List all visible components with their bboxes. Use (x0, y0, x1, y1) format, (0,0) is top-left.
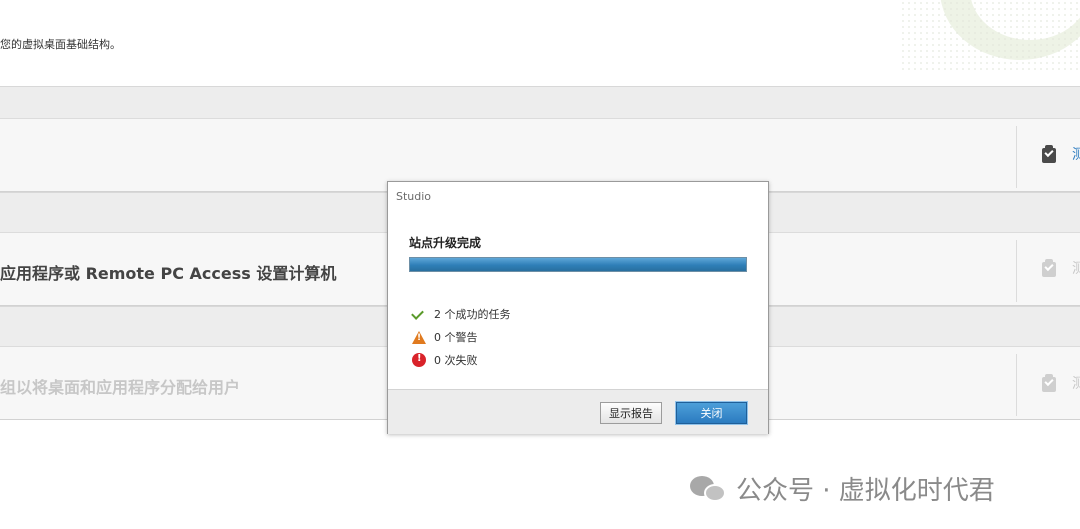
side-separator (1016, 354, 1017, 416)
result-text: 2 个成功的任务 (434, 308, 511, 321)
test-site-link: 测 (1072, 376, 1080, 392)
side-separator (1016, 240, 1017, 302)
close-button[interactable]: 关闭 (676, 402, 747, 424)
dialog-heading: 站点升级完成 (409, 236, 482, 250)
wechat-icon (690, 474, 728, 504)
check-icon (412, 307, 426, 321)
show-report-button[interactable]: 显示报告 (600, 402, 662, 424)
result-text: 0 个警告 (434, 331, 478, 344)
result-text: 0 次失败 (434, 354, 478, 367)
result-warning: 0 个警告 (412, 329, 478, 345)
intro-text: 您的虚拟桌面基础结构。 (0, 38, 121, 51)
watermark-text: 公众号 · 虚拟化时代君 (736, 476, 995, 506)
test-site-link[interactable]: 测 (1072, 144, 1080, 164)
error-icon (412, 353, 426, 367)
side-separator (1016, 126, 1017, 188)
step-title: 组以将桌面和应用程序分配给用户 (0, 378, 241, 397)
progress-fill (410, 258, 746, 271)
watermark: 公众号 · 虚拟化时代君 (690, 470, 995, 507)
clipboard-check-icon (1041, 145, 1057, 163)
step-title[interactable]: 应用程序或 Remote PC Access 设置计算机 (0, 260, 336, 284)
upgrade-progress-bar (409, 257, 747, 272)
dialog-footer: 显示报告 关闭 (388, 389, 768, 434)
header-decoration (900, 0, 1080, 72)
dialog-title: Studio (396, 190, 432, 203)
clipboard-check-icon (1041, 374, 1057, 392)
upgrade-complete-dialog: Studio 站点升级完成 2 个成功的任务 0 个警告 0 次失败 显示报告 … (387, 181, 769, 434)
test-site-link: 测 (1072, 261, 1080, 277)
section-divider (0, 86, 1080, 118)
warning-icon (412, 330, 426, 344)
clipboard-check-icon (1041, 259, 1057, 277)
result-error: 0 次失败 (412, 352, 478, 368)
result-success: 2 个成功的任务 (412, 306, 511, 322)
